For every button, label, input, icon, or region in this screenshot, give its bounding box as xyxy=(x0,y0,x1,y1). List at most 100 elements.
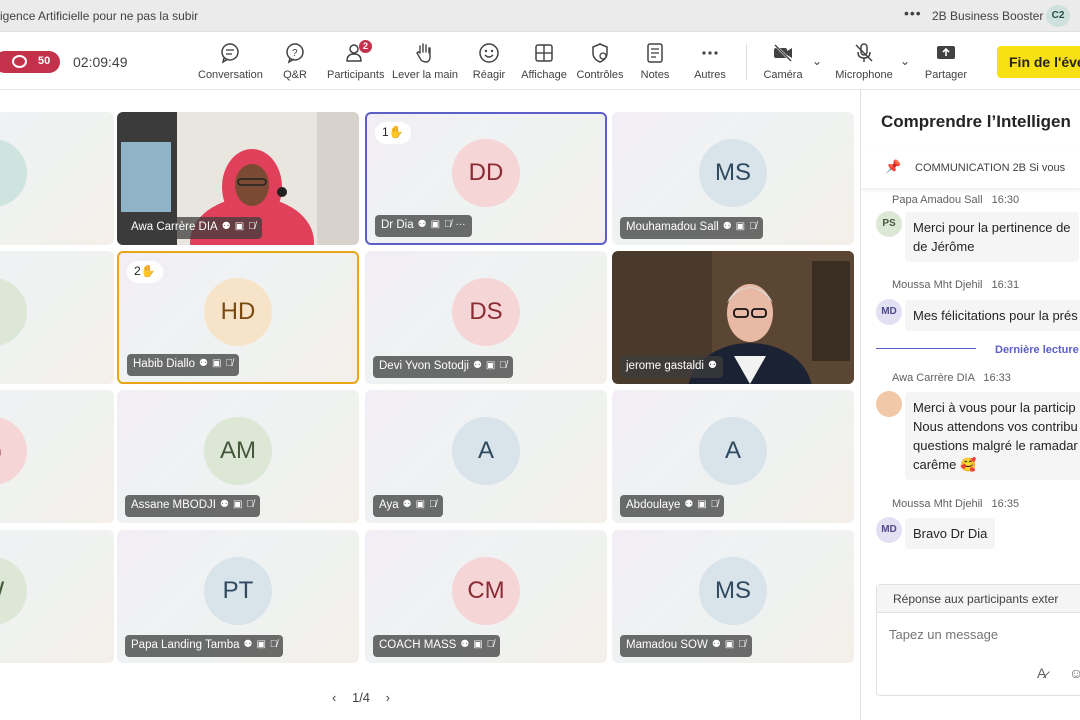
raised-hand-badge: 2✋ xyxy=(127,261,163,283)
format-icon[interactable]: A̷ xyxy=(1037,665,1046,681)
message-avatar[interactable] xyxy=(876,391,902,417)
message-meta: Papa Amadou Sall 16:30 xyxy=(892,194,1019,206)
share-button[interactable]: Partager xyxy=(924,42,968,86)
live-attendee-badge[interactable]: 50 xyxy=(0,51,60,73)
participant-tile[interactable]: W⚉▣🎙̸ xyxy=(0,530,114,663)
mic-muted-icon: 🎙̸ xyxy=(248,221,256,233)
participant-tile[interactable]: HD 2✋ Habib Diallo ⚉ ▣ 🎙̸ xyxy=(117,251,359,384)
mic-muted-icon: 🎙̸ xyxy=(749,221,757,233)
conversation-button[interactable]: Conversation xyxy=(198,42,263,94)
message-bubble[interactable]: Mes félicitations pour la prés xyxy=(905,300,1080,331)
participants-button[interactable]: 2 Participants xyxy=(327,40,385,86)
camera-button[interactable]: Caméra xyxy=(763,42,803,86)
camera-label: Caméra xyxy=(763,69,803,81)
video-off-icon: ▣ xyxy=(234,221,245,233)
participant-namebar: Aya ⚉ ▣ 🎙̸ xyxy=(373,495,443,517)
mic-muted-icon: 🎙̸ xyxy=(444,219,452,231)
notes-button[interactable]: Notes xyxy=(640,42,670,86)
react-label: Réagir xyxy=(472,69,506,81)
video-off-icon: ▣ xyxy=(232,499,243,511)
participant-tile[interactable]: AM Assane MBODJI ⚉ ▣ 🎙̸ xyxy=(117,390,359,523)
message-bubble[interactable]: Merci à vous pour la particip Nous attend… xyxy=(905,392,1080,480)
participant-tile[interactable]: MS Mamadou SOW ⚉ ▣ 🎙̸ xyxy=(612,530,854,663)
participant-tile[interactable]: A Abdoulaye ⚉ ▣ 🎙̸ xyxy=(612,390,854,523)
participant-tile[interactable]: DS Devi Yvon Sotodji ⚉ ▣ 🎙̸ xyxy=(365,251,607,384)
message-line: questions malgré le ramadar xyxy=(913,438,1078,453)
message-input[interactable] xyxy=(889,627,1079,642)
microphone-options-chevron-icon[interactable]: ⌄ xyxy=(900,54,910,68)
participant-tile[interactable]: S⚉▣🎙̸ xyxy=(0,251,114,384)
participant-namebar: Habib Diallo ⚉ ▣ 🎙̸ xyxy=(127,354,239,376)
participant-tile[interactable]: MS Mouhamadou Sall ⚉ ▣ 🎙̸ xyxy=(612,112,854,245)
grid-pager: ‹ 1/4 › xyxy=(332,690,402,705)
message-author: Moussa Mht Djehil xyxy=(892,498,983,510)
participant-tile[interactable]: jerome gastaldi ⚉ xyxy=(612,251,854,384)
participant-tile[interactable]: CM COACH MASS ⚉ ▣ 🎙̸ xyxy=(365,530,607,663)
participant-namebar: Awa Carrère DIA ⚉ ▣ 🎙̸ xyxy=(125,217,262,239)
participant-tile[interactable]: A Aya ⚉ ▣ 🎙̸ xyxy=(365,390,607,523)
org-name[interactable]: 2B Business Booster xyxy=(932,9,1043,23)
participants-badge: 2 xyxy=(359,40,372,53)
message-avatar[interactable]: MD xyxy=(876,299,902,325)
participant-tile[interactable]: Awa Carrère DIA ⚉ ▣ 🎙̸ xyxy=(117,112,359,245)
attendee-role-icon: ⚉ xyxy=(472,360,482,372)
participant-name: COACH MASS xyxy=(379,639,457,651)
next-page-icon[interactable]: › xyxy=(386,690,390,705)
video-off-icon: ▣ xyxy=(485,360,496,372)
controls-button[interactable]: Contrôles xyxy=(576,42,624,86)
microphone-button[interactable]: Microphone xyxy=(835,42,893,86)
last-read-label: Dernière lecture xyxy=(995,344,1079,356)
message-avatar[interactable]: MD xyxy=(876,517,902,543)
participants-label: Participants xyxy=(327,69,385,81)
message-time: 16:35 xyxy=(991,498,1020,510)
attendee-role-icon: ⚉ xyxy=(684,499,694,511)
message-author: Moussa Mht Djehil xyxy=(892,279,983,291)
org-avatar[interactable]: C2 xyxy=(1046,5,1070,27)
participant-avatar: MS xyxy=(699,556,767,625)
meta-spacer xyxy=(982,279,985,291)
qa-button[interactable]: ? Q&R xyxy=(280,42,310,86)
raise-hand-button[interactable]: Lever la main xyxy=(392,42,458,86)
message-meta: Moussa Mht Djehil 16:35 xyxy=(892,498,1019,510)
participant-tile[interactable]: 2⚉▣🎙̸ xyxy=(0,112,114,245)
message-avatar[interactable]: PS xyxy=(876,211,902,237)
more-options-icon[interactable]: ••• xyxy=(904,5,922,21)
chat-icon xyxy=(221,43,239,64)
more-button[interactable]: Autres xyxy=(694,42,726,86)
participant-name: Mamadou SOW xyxy=(626,639,708,651)
participant-avatar: S xyxy=(0,277,27,346)
participant-tile[interactable]: PT Papa Landing Tamba ⚉ ▣ 🎙̸ xyxy=(117,530,359,663)
participant-name: Devi Yvon Sotodji xyxy=(379,360,469,372)
mic-muted-icon: 🎙̸ xyxy=(429,499,437,511)
view-button[interactable]: Affichage xyxy=(520,42,568,86)
participant-avatar: AM xyxy=(204,416,272,485)
participant-name: Abdoulaye xyxy=(626,499,681,511)
message-time: 16:31 xyxy=(991,279,1020,291)
notes-icon xyxy=(647,43,663,63)
message-bubble[interactable]: Bravo Dr Dia xyxy=(905,518,996,549)
participant-namebar: Mouhamadou Sall ⚉ ▣ 🎙̸ xyxy=(620,217,763,239)
participant-tile[interactable]: G⚉▣🎙̸ xyxy=(0,390,114,523)
participant-namebar: Dr Dia ⚉ ▣ 🎙̸ ··· xyxy=(375,215,472,237)
camera-off-icon xyxy=(774,44,792,62)
page-indicator: 1/4 xyxy=(351,690,371,705)
message-bubble[interactable]: Merci pour la pertinence de de Jérôme xyxy=(905,212,1079,262)
video-grid: ‹ 1/4 › 2⚉▣🎙̸Awa Carrère DIA⚉▣🎙̸DD1✋Dr D… xyxy=(0,90,860,720)
reply-scope-selector[interactable]: Réponse aux participants exter xyxy=(877,585,1080,613)
end-event-button[interactable]: Fin de l'évé xyxy=(997,46,1080,78)
more-label: Autres xyxy=(694,69,726,81)
prev-page-icon[interactable]: ‹ xyxy=(332,690,336,705)
pinned-message-bar[interactable]: 📌 COMMUNICATION 2B Si vous xyxy=(861,148,1080,188)
mic-muted-icon: 🎙̸ xyxy=(499,360,507,372)
participant-namebar: Abdoulaye ⚉ ▣ 🎙̸ xyxy=(620,495,725,517)
tile-more-options-icon[interactable]: ··· xyxy=(456,219,466,230)
emoji-icon[interactable]: ☺ xyxy=(1069,665,1080,681)
camera-options-chevron-icon[interactable]: ⌄ xyxy=(812,54,822,68)
message-meta: Moussa Mht Djehil 16:31 xyxy=(892,279,1019,291)
participant-avatar: 2 xyxy=(0,138,27,207)
react-button[interactable]: Réagir xyxy=(472,42,506,86)
participant-tile[interactable]: DD 1✋ Dr Dia ⚉ ▣ 🎙̸ ··· xyxy=(365,112,607,245)
video-off-icon: ▣ xyxy=(256,639,266,651)
shield-gear-icon xyxy=(592,43,608,63)
video-off-icon: ▣ xyxy=(735,221,746,233)
